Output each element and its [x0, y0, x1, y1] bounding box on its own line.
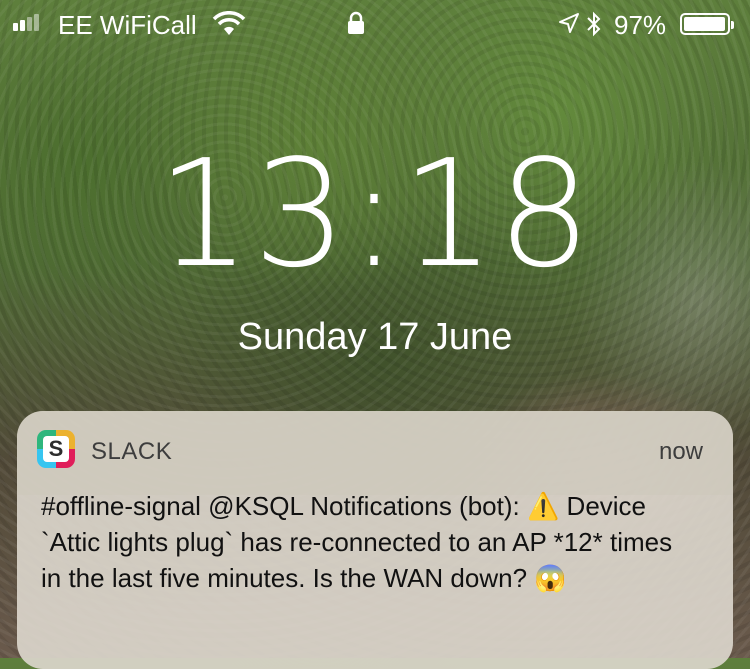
notification-header: S SLACK now [17, 411, 733, 495]
lock-screen-time: 13:18 [156, 128, 594, 300]
notification-message: #offline-signal @KSQL Notifications (bot… [41, 491, 673, 593]
lock-icon [348, 11, 364, 34]
wifi-icon [212, 11, 246, 35]
slack-app-icon: S [37, 430, 75, 468]
location-arrow-icon [559, 13, 579, 33]
battery-icon [680, 13, 734, 35]
bluetooth-icon [587, 11, 601, 37]
notification-app-name: SLACK [91, 438, 173, 465]
status-bar: EE WiFiCall 97% [0, 0, 750, 50]
slack-notification[interactable]: S SLACK now #offline-signal @KSQL Notifi… [17, 411, 733, 669]
battery-fill [684, 17, 725, 31]
battery-tip [731, 21, 734, 29]
lock-screen-date: Sunday 17 June [237, 316, 513, 358]
notification-time: now [658, 438, 703, 465]
slack-icon-letter: S [43, 436, 69, 462]
battery-percent: 97% [614, 10, 667, 40]
carrier-label: EE WiFiCall [58, 10, 197, 40]
signal-icon [13, 14, 39, 31]
